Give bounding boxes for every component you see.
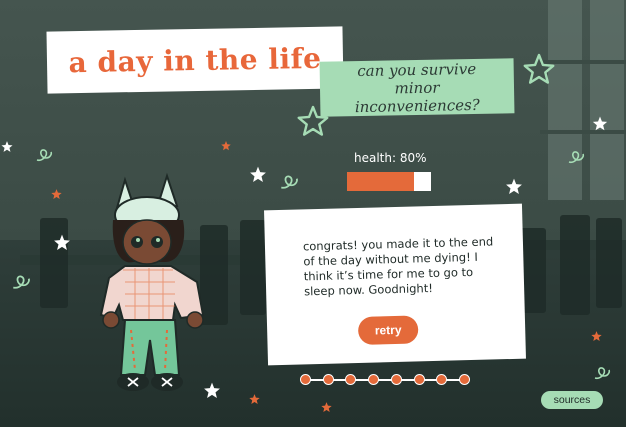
game-stage: a day in the life can you survive minor … (0, 0, 626, 427)
progress-dot (390, 374, 402, 385)
day-progress (300, 373, 470, 387)
subtitle-card: can you survive minor inconveniences? (319, 58, 515, 117)
star-icon (51, 189, 62, 200)
star-icon (54, 234, 70, 250)
progress-dot (345, 374, 357, 385)
background-chair (596, 218, 622, 308)
dialog-text: congrats! you made it to the end of the … (302, 234, 494, 299)
title-card: a day in the life (46, 26, 344, 94)
star-icon (506, 178, 522, 194)
sources-button[interactable]: sources (541, 391, 603, 409)
star-icon (591, 331, 602, 342)
retry-button[interactable]: retry (357, 315, 419, 345)
star-icon (249, 394, 260, 405)
progress-dot (322, 374, 334, 385)
progress-dot (459, 374, 470, 385)
star-icon (250, 166, 266, 182)
progress-dot (368, 374, 380, 385)
progress-dot (300, 374, 311, 385)
health-bar-fill (347, 172, 415, 191)
background-window (590, 0, 624, 200)
swirl-icon (13, 275, 30, 289)
star-icon (592, 116, 608, 131)
health-bar (347, 172, 431, 191)
character-sprite (99, 172, 205, 391)
swirl-icon (568, 151, 585, 164)
dialog-card: congrats! you made it to the end of the … (264, 203, 526, 366)
star-icon (321, 402, 332, 413)
game-subtitle: can you survive minor inconveniences? (354, 59, 480, 116)
progress-dot (413, 374, 425, 385)
background-chair (560, 215, 590, 315)
progress-dot (436, 374, 448, 385)
swirl-icon (281, 175, 298, 189)
background-chair (40, 218, 68, 308)
swirl-icon (594, 367, 611, 380)
swirl-icon (36, 149, 53, 162)
background-window (548, 0, 582, 200)
window-frame (540, 130, 626, 134)
star-icon (221, 141, 231, 151)
game-title: a day in the life (68, 41, 322, 79)
background-chair (240, 220, 266, 315)
health-label: health: 80% (354, 151, 427, 165)
star-icon (523, 53, 555, 84)
star-icon (1, 141, 13, 152)
